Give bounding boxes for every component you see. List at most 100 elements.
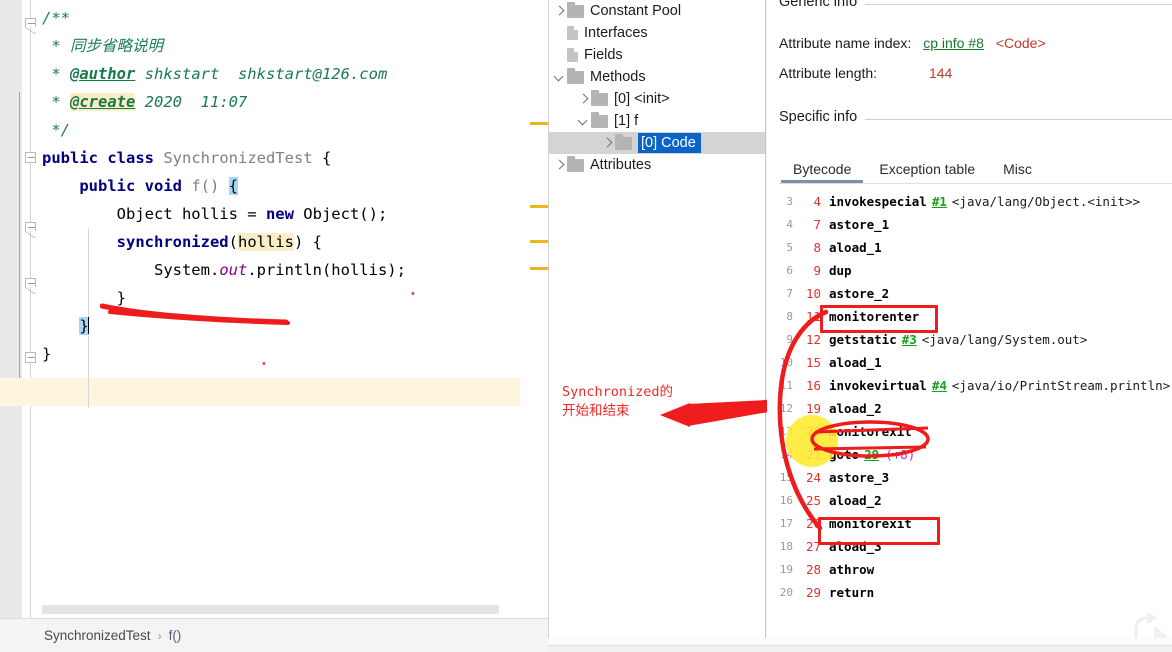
code-token: } — [42, 289, 126, 307]
breadcrumb-method[interactable]: f() — [169, 628, 182, 643]
code-text-area[interactable]: /** * 同步省略说明 * @author shkstart shkstart… — [0, 0, 520, 618]
tree-node-0-code[interactable]: [0] Code — [549, 132, 765, 154]
attribute-name-index-label: Attribute name index: — [779, 35, 912, 51]
bytecode-constant-ref[interactable]: 29 — [864, 447, 879, 462]
bytecode-row[interactable]: 3 4 invokespecial #1 <java/lang/Object.<init… — [767, 190, 1172, 213]
bytecode-offset: 15 — [805, 355, 821, 370]
fold-marker-sync-end[interactable] — [25, 352, 36, 363]
chevron-down-icon[interactable] — [575, 113, 591, 129]
bytecode-row[interactable]: 16 25 aload_2 — [767, 489, 1172, 512]
class-structure-tree[interactable]: Constant Pool Interfaces Fields Methods [0] … — [548, 0, 766, 645]
code-token: @create — [70, 93, 136, 111]
bytecode-mnemonic: aload_2 — [829, 493, 882, 508]
folder-icon — [591, 111, 608, 128]
bytecode-row[interactable]: 7 10 astore_2 — [767, 282, 1172, 305]
folder-icon — [591, 89, 608, 106]
bytecode-constant-ref[interactable]: #4 — [932, 378, 947, 393]
bytecode-row[interactable]: 12 19 aload_2 — [767, 397, 1172, 420]
chevron-right-icon[interactable] — [599, 135, 615, 151]
bytecode-mnemonic: monitorexit — [829, 516, 912, 531]
bytecode-offset: 27 — [805, 539, 821, 554]
code-token: public void — [42, 177, 192, 195]
bytecode-offset: 28 — [805, 562, 821, 577]
editor-scrollbar-area[interactable] — [520, 0, 1061, 618]
code-token: out — [219, 261, 248, 279]
bytecode-mnemonic: aload_3 — [829, 539, 882, 554]
bytecode-line-number: 12 — [779, 402, 793, 415]
code-line: * 同步省略说明 — [42, 32, 163, 60]
tree-node-0-init[interactable]: [0] <init> — [549, 88, 765, 110]
bytecode-mnemonic: aload_1 — [829, 355, 882, 370]
bytecode-row[interactable]: 15 24 astore_3 — [767, 466, 1172, 489]
fold-marker-method[interactable] — [25, 222, 36, 238]
chevron-right-icon[interactable] — [551, 3, 567, 19]
editor-hscrollbar-thumb[interactable] — [42, 605, 499, 614]
editor-change-marker — [19, 92, 20, 392]
tab-exception-table[interactable]: Exception table — [865, 159, 989, 183]
tree-node-label: Constant Pool — [590, 3, 682, 19]
folder-icon — [567, 1, 584, 18]
code-line: } — [42, 340, 51, 368]
code-token: synchronized — [116, 233, 229, 251]
generic-info-rule — [863, 4, 1172, 5]
chevron-right-icon[interactable] — [575, 91, 591, 107]
folder-icon — [615, 133, 632, 150]
tree-node-list: Constant Pool Interfaces Fields Methods [0] … — [549, 0, 765, 176]
tree-node-interfaces[interactable]: Interfaces — [549, 22, 765, 44]
tree-node-label: Fields — [584, 47, 623, 63]
bytecode-line-number: 18 — [779, 540, 793, 553]
gutter-divider — [30, 0, 31, 618]
chevron-down-icon[interactable] — [551, 69, 567, 85]
tree-node-1-f[interactable]: [1] f — [549, 110, 765, 132]
bytecode-row[interactable]: 9 12 getstatic #3 <java/lang/System.out> — [767, 328, 1172, 351]
bytecode-constant-ref[interactable]: #1 — [932, 194, 947, 209]
code-line: /** — [42, 4, 70, 32]
fold-marker-javadoc-end[interactable] — [25, 152, 36, 163]
breadcrumb-class[interactable]: SynchronizedTest — [44, 628, 151, 643]
bytecode-descriptor: <java/lang/Object.<init>> — [951, 194, 1141, 209]
bytecode-row[interactable]: 18 27 aload_3 — [767, 535, 1172, 558]
bytecode-offset: 12 — [805, 332, 821, 347]
bytecode-row[interactable]: 11 16 invokevirtual #4 <java/io/PrintStream.… — [767, 374, 1172, 397]
tab-bytecode[interactable]: Bytecode — [779, 159, 865, 183]
code-token: shkstart shkstart@126.com — [135, 65, 388, 83]
tree-node-fields[interactable]: Fields — [549, 44, 765, 66]
bytecode-constant-ref[interactable]: #3 — [902, 332, 917, 347]
bytecode-row[interactable]: 6 9 dup — [767, 259, 1172, 282]
tab-misc[interactable]: Misc — [989, 159, 1046, 183]
fold-marker-sync[interactable] — [25, 278, 36, 294]
generic-info-heading: Generic info — [779, 0, 866, 10]
bytecode-offset: 25 — [805, 493, 821, 508]
annotation-arrow-icon — [660, 399, 769, 427]
bytecode-listing[interactable]: 3 4 invokespecial #1 <java/lang/Object.<init… — [767, 190, 1172, 620]
bytecode-line-number: 3 — [786, 195, 793, 208]
bytecode-mnemonic: monitorenter — [829, 309, 920, 324]
code-token: /** — [42, 9, 70, 27]
bytecode-row[interactable]: 20 29 return — [767, 581, 1172, 604]
tree-node-methods[interactable]: Methods — [549, 66, 765, 88]
detail-tabs[interactable]: Bytecode Exception table Misc — [767, 157, 1172, 185]
chevron-placeholder — [551, 47, 567, 63]
cp-info-link[interactable]: cp info #8 — [923, 35, 984, 51]
bytecode-line-number: 9 — [786, 333, 793, 346]
tree-node-constant-pool[interactable]: Constant Pool — [549, 0, 765, 22]
attribute-name-index-row: Attribute name index: cp info #8 <Code> — [779, 35, 1046, 51]
code-token: 2020 11:07 — [135, 93, 248, 111]
chevron-placeholder — [551, 25, 567, 41]
bytecode-row[interactable]: 4 7 astore_1 — [767, 213, 1172, 236]
bytecode-line-number: 20 — [779, 586, 793, 599]
bytecode-row[interactable]: 5 8 aload_1 — [767, 236, 1172, 259]
code-token: * — [42, 93, 70, 111]
tree-node-attributes[interactable]: Attributes — [549, 154, 765, 176]
bytecode-mnemonic: getstatic — [829, 332, 897, 347]
fold-marker-javadoc[interactable] — [25, 18, 36, 34]
code-token: Object(); — [293, 205, 388, 223]
chevron-right-icon[interactable] — [551, 157, 567, 173]
bytecode-row[interactable]: 19 28 athrow — [767, 558, 1172, 581]
bytecode-row[interactable]: 17 26 monitorexit — [767, 512, 1172, 535]
bytecode-row[interactable]: 10 15 aload_1 — [767, 351, 1172, 374]
bytecode-row[interactable]: 8 11 monitorenter — [767, 305, 1172, 328]
code-token: System. — [42, 261, 220, 279]
code-token: hollis — [237, 233, 294, 251]
